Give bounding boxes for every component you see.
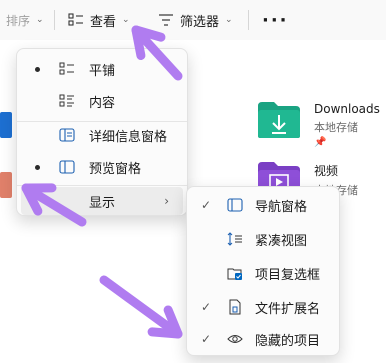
annotation-arrow-shaft xyxy=(99,275,183,339)
tiles-icon xyxy=(59,62,74,75)
pin-icon: 📌 xyxy=(314,137,327,148)
item-checkbox-icon xyxy=(227,268,242,280)
submenu-item-label: 导航窗格 xyxy=(255,199,308,215)
menu-item-label: 内容 xyxy=(89,95,116,111)
compact-view-icon xyxy=(227,232,242,246)
submenu-item-label: 紧凑视图 xyxy=(255,233,308,249)
chevron-right-icon: › xyxy=(164,194,169,208)
partial-file-icon xyxy=(0,172,12,198)
partial-file-icon xyxy=(0,112,12,138)
menu-item-preview-pane[interactable]: 预览窗格 xyxy=(17,151,187,183)
checkmark-icon: ✓ xyxy=(201,332,212,346)
navigation-pane-icon xyxy=(227,198,243,212)
view-label: 查看 xyxy=(90,14,117,30)
toolbar-divider xyxy=(248,10,249,30)
file-extension-icon xyxy=(229,299,241,315)
submenu-item-hidden-items[interactable]: ✓ 隐藏的项目 xyxy=(187,323,339,355)
content-icon xyxy=(59,94,74,107)
menu-item-content[interactable]: 内容 xyxy=(17,85,187,117)
filter-button[interactable]: 筛选器 ⌄ xyxy=(158,0,233,40)
menu-item-tiles[interactable]: 平铺 xyxy=(17,53,187,85)
chevron-down-icon: ⌄ xyxy=(122,15,130,25)
submenu-item-compact-view[interactable]: 紧凑视图 xyxy=(187,223,339,255)
details-pane-icon xyxy=(59,128,75,142)
checkmark-icon: ✓ xyxy=(201,198,212,212)
menu-item-label: 详细信息窗格 xyxy=(89,129,168,145)
chevron-down-icon: ⌄ xyxy=(36,15,44,25)
submenu-item-navigation-pane[interactable]: ✓ 导航窗格 xyxy=(187,189,339,221)
annotation-arrow-head xyxy=(147,305,183,339)
submenu-item-label: 文件扩展名 xyxy=(255,301,321,317)
more-options-button[interactable]: ··· xyxy=(262,0,289,40)
menu-item-label: 平铺 xyxy=(89,63,116,79)
filter-icon xyxy=(159,14,173,26)
submenu-item-file-extensions[interactable]: ✓ 文件扩展名 xyxy=(187,291,339,323)
hidden-items-eye-icon xyxy=(227,335,243,343)
sort-button[interactable]: 排序 ⌄ xyxy=(6,0,44,40)
file-location: 本地存储 xyxy=(314,121,358,134)
view-button[interactable]: 查看 ⌄ xyxy=(68,0,130,40)
submenu-item-item-checkbox[interactable]: 项目复选框 xyxy=(187,257,339,289)
selected-bullet-icon xyxy=(35,67,40,72)
file-name: 视频 xyxy=(314,164,339,178)
menu-item-label: 预览窗格 xyxy=(89,161,142,177)
command-bar: 排序 ⌄ 查看 ⌄ 筛选器 ⌄ ··· xyxy=(0,0,386,40)
selected-bullet-icon xyxy=(35,165,40,170)
downloads-folder-icon xyxy=(258,102,300,138)
menu-item-label: 显示 xyxy=(89,195,116,211)
more-icon: ··· xyxy=(262,9,289,31)
submenu-item-label: 隐藏的项目 xyxy=(255,333,321,349)
menu-separator xyxy=(17,185,187,186)
file-item-downloads[interactable]: Downloads 本地存储 📌 xyxy=(256,100,380,148)
menu-item-show[interactable]: 显示 › xyxy=(21,187,183,215)
sort-label: 排序 xyxy=(6,13,31,28)
checkmark-icon: ✓ xyxy=(201,300,212,314)
menu-item-details-pane[interactable]: 详细信息窗格 xyxy=(17,119,187,151)
view-menu: 平铺 内容 详细信息窗格 预览窗格 显示 › xyxy=(16,48,188,216)
filter-label: 筛选器 xyxy=(180,14,220,30)
chevron-down-icon: ⌄ xyxy=(225,15,233,25)
preview-pane-icon xyxy=(59,160,75,174)
file-name: Downloads xyxy=(314,102,380,116)
toolbar-divider xyxy=(54,10,55,30)
view-icon xyxy=(68,13,83,26)
submenu-item-label: 项目复选框 xyxy=(255,267,321,283)
show-submenu: ✓ 导航窗格 紧凑视图 项目复选框 ✓ 文件扩展名 ✓ 隐藏的项目 xyxy=(186,186,340,356)
